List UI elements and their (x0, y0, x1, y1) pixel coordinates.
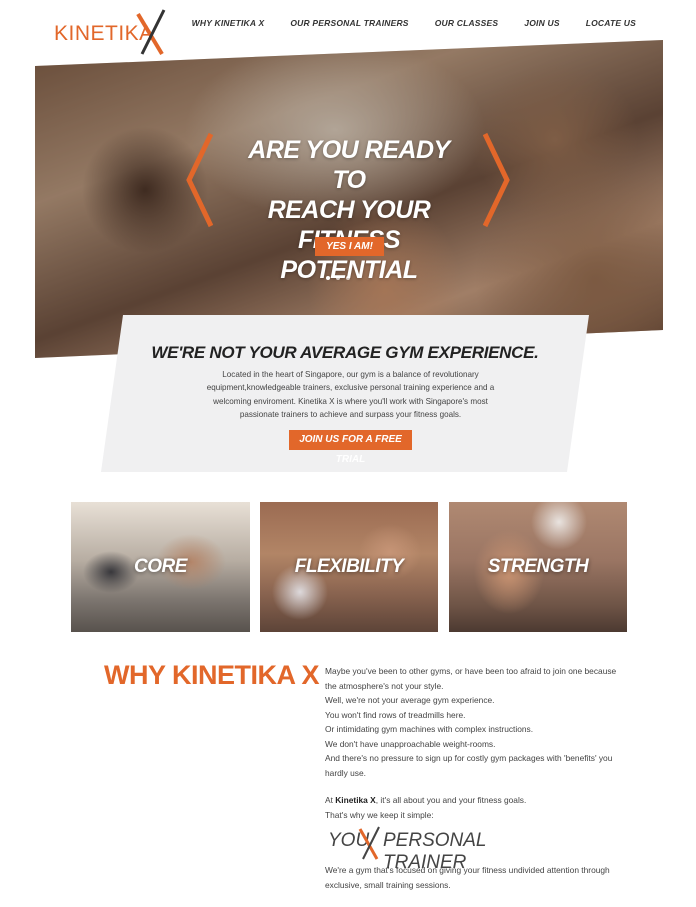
tile-label: FLEXIBILITY (294, 556, 404, 577)
tile-strength[interactable]: STRENGTH (449, 502, 627, 632)
why-body: Maybe you've been to other gyms, or have… (325, 664, 625, 780)
why-line: Or intimidating gym machines with comple… (325, 724, 534, 734)
chevron-right-icon[interactable] (483, 132, 511, 228)
logo[interactable]: KINETIKA (54, 8, 174, 58)
why-at-brand: Kinetika X (335, 795, 376, 805)
intro-body: Located in the heart of Singapore, our g… (206, 370, 495, 419)
carousel-dot-1[interactable] (326, 276, 330, 280)
nav-locate-us[interactable]: LOCATE US (586, 18, 636, 28)
hero-headline-line1: ARE YOU READY TO (248, 136, 450, 194)
free-trial-button[interactable]: JOIN US FOR A FREE TRIAL (289, 430, 412, 465)
hero-cta-button[interactable]: YES I AM! (315, 237, 384, 256)
tile-label: STRENGTH (487, 556, 589, 577)
why-line: We don't have unapproachable weight-room… (325, 738, 496, 749)
nav-why-kinetika[interactable]: WHY KINETIKA X (192, 18, 265, 28)
tile-flexibility[interactable]: FLEXIBILITY (260, 502, 438, 632)
chevron-left-icon[interactable] (185, 132, 213, 228)
nav-personal-trainers[interactable]: OUR PERSONAL TRAINERS (290, 18, 408, 28)
carousel-dots (326, 276, 350, 280)
why-title: WHY KINETIKA X (104, 660, 320, 690)
carousel-dot-3[interactable] (346, 276, 350, 280)
why-at-paragraph: At Kinetika X, it's all about you and yo… (325, 793, 526, 822)
hero-banner: ARE YOU READY TO REACH YOUR FITNESS POTE… (35, 40, 663, 358)
tagline-x-mark-icon (358, 826, 380, 860)
tile-label: CORE (134, 556, 187, 577)
logo-x-mark-icon (136, 9, 166, 56)
why-at-line: At Kinetika X, it's all about you and yo… (325, 793, 526, 808)
tagline: YOU PERSONAL TRAINER (325, 826, 545, 873)
why-at-prefix: At (325, 795, 336, 805)
why-line: Well, we're not your average gym experie… (325, 695, 495, 705)
hero-headline-line2: REACH YOUR (267, 196, 431, 224)
why-simple-line: That's why we keep it simple: (325, 809, 434, 820)
why-line: And there's no pressure to sign up for c… (325, 753, 613, 778)
tile-core[interactable]: CORE (71, 502, 250, 632)
nav-join-us[interactable]: JOIN US (524, 18, 559, 28)
main-nav: WHY KINETIKA X OUR PERSONAL TRAINERS OUR… (192, 18, 636, 28)
intro-card: WE'RE NOT YOUR AVERAGE GYM EXPERIENCE. L… (101, 315, 589, 472)
carousel-dot-2[interactable] (336, 276, 340, 280)
why-at-suffix: , it's all about you and your fitness go… (375, 795, 527, 805)
why-line: You won't find rows of treadmills here. (325, 709, 466, 720)
intro-title: WE'RE NOT YOUR AVERAGE GYM EXPERIENCE. (151, 343, 539, 362)
why-line: Maybe you've been to other gyms, or have… (325, 666, 617, 691)
why-closing: We're a gym that's focused on giving you… (325, 865, 610, 890)
hero-headline: ARE YOU READY TO REACH YOUR FITNESS POTE… (235, 135, 463, 285)
nav-our-classes[interactable]: OUR CLASSES (435, 18, 499, 28)
